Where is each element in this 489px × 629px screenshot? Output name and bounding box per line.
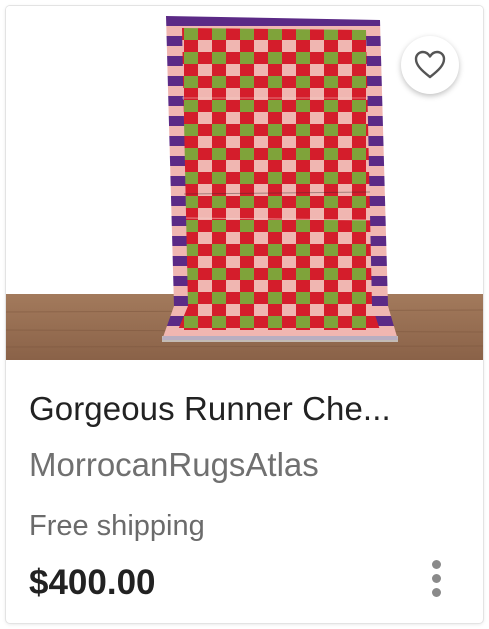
listing-card[interactable]: Gorgeous Runner Che... MorrocanRugsAtlas… xyxy=(6,6,483,623)
listing-image[interactable] xyxy=(6,6,483,360)
listing-price: $400.00 xyxy=(29,563,156,602)
more-options-button[interactable] xyxy=(419,554,453,602)
vertical-dots-icon xyxy=(431,573,441,583)
listing-title[interactable]: Gorgeous Runner Che... xyxy=(29,390,459,428)
vertical-dots-icon xyxy=(431,559,441,569)
favorite-button[interactable] xyxy=(401,36,459,94)
heart-outline-icon xyxy=(414,50,446,79)
shipping-info: Free shipping xyxy=(29,510,205,542)
shop-name-link[interactable]: MorrocanRugsAtlas xyxy=(29,446,319,484)
vertical-dots-icon xyxy=(431,587,441,597)
